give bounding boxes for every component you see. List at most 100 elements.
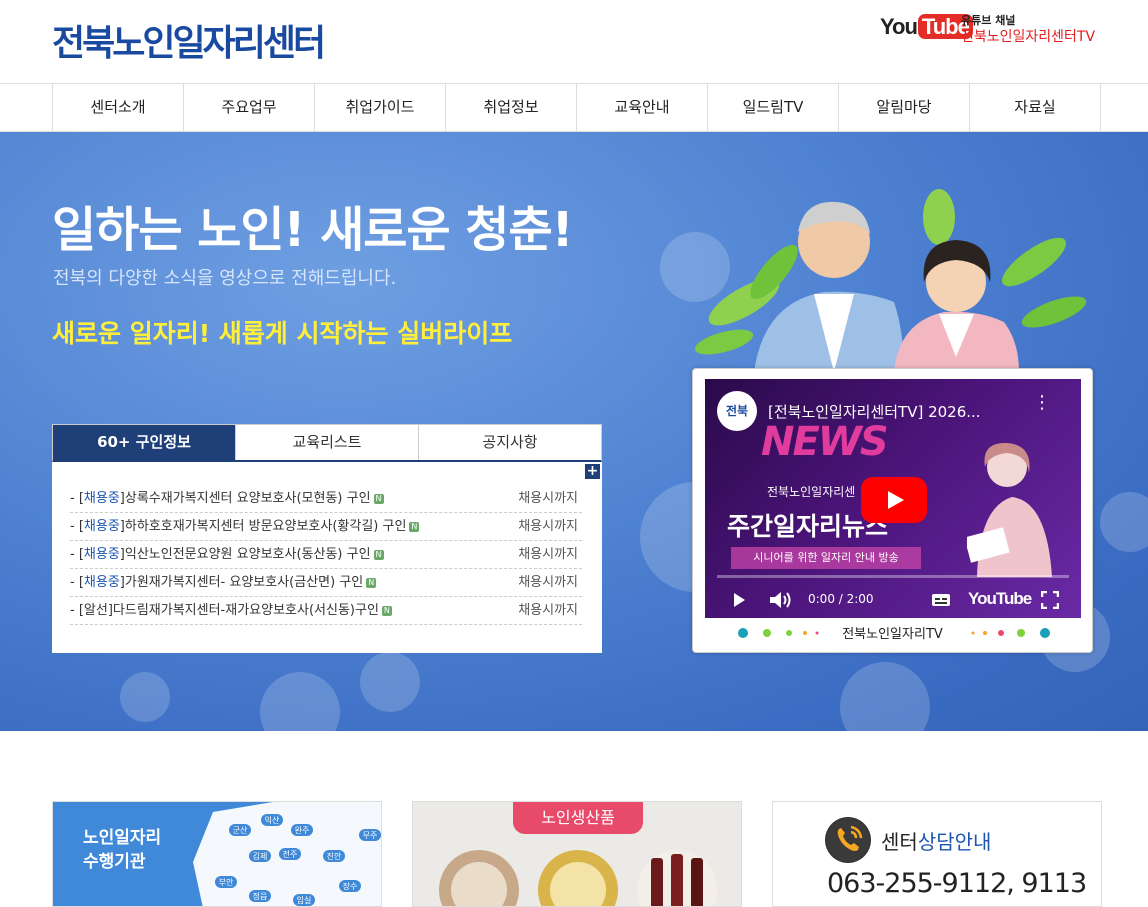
channel-avatar[interactable]: 전북 [717, 391, 757, 431]
play-icon[interactable] [731, 592, 747, 608]
main-nav: 센터소개 주요업무 취업가이드 취업정보 교육안내 일드림TV 알림마당 자료실 [0, 84, 1148, 132]
phone-icon [825, 817, 871, 863]
consultation-title-blue: 상담안내 [917, 830, 992, 854]
region-label: 군산 [233, 825, 248, 835]
job-status: 채용중 [83, 491, 120, 506]
region-label: 진안 [327, 851, 342, 861]
decorative-dots-right [971, 628, 1050, 638]
list-item[interactable]: - [채용중]상록수재가복지센터 요양보호사(모현동) 구인 N 채용시까지 [70, 485, 582, 513]
nav-item-job-guide[interactable]: 취업가이드 [315, 84, 446, 131]
logo-name: 노인일자리센터 [112, 23, 326, 64]
captions-icon[interactable] [931, 593, 951, 607]
youtube-video-player[interactable]: 전북 [전북노인일자리센터TV] 2026... ⋮ NEWS 전북노인일자리센… [705, 379, 1081, 618]
region-label: 전주 [283, 849, 298, 859]
job-deadline: 채용시까지 [518, 603, 578, 618]
region-label: 김제 [253, 851, 268, 861]
nav-item-main-work[interactable]: 주요업무 [184, 84, 315, 131]
hero-title: 일하는 노인! 새로운 청춘! [52, 202, 574, 258]
senior-products-badge: 노인생산품 [513, 802, 643, 834]
volume-icon[interactable] [769, 591, 793, 609]
nav-item-job-info[interactable]: 취업정보 [446, 84, 577, 131]
region-label: 익산 [265, 815, 280, 825]
job-deadline: 채용시까지 [518, 519, 578, 534]
tab-notices[interactable]: 공지사항 [419, 425, 601, 460]
job-list: - [채용중]상록수재가복지센터 요양보호사(모현동) 구인 N 채용시까지 - [… [70, 485, 582, 625]
site-logo[interactable]: 전북노인일자리센터 [52, 14, 326, 66]
logo-region: 전북 [52, 23, 115, 64]
tab-job-postings[interactable]: 60+ 구인정보 [53, 425, 236, 460]
tab-education-list[interactable]: 교육리스트 [236, 425, 419, 460]
video-progress-bar[interactable] [717, 575, 1069, 578]
new-badge-icon: N [366, 577, 377, 588]
organizations-title-line2: 수행기관 [83, 852, 146, 872]
products-image [439, 850, 717, 906]
bokeh-decoration [840, 662, 930, 731]
consultation-title: 센터상담안내 [881, 826, 991, 855]
organizations-card-title: 노인일자리 수행기관 [83, 826, 161, 874]
job-status: 채용중 [83, 547, 120, 562]
job-status: 채용중 [83, 519, 120, 534]
more-vert-icon[interactable]: ⋮ [1033, 394, 1051, 412]
bokeh-decoration [1100, 492, 1148, 552]
fullscreen-icon[interactable] [1041, 591, 1059, 609]
hero-banner: 일하는 노인! 새로운 청춘! 전북의 다양한 소식을 영상으로 전해드립니다.… [0, 132, 1148, 731]
job-deadline: 채용시까지 [518, 547, 578, 562]
video-panel: 전북 [전북노인일자리센터TV] 2026... ⋮ NEWS 전북노인일자리센… [692, 368, 1093, 653]
list-item[interactable]: - [채용중]하하호호재가복지센터 방문요양보호사(황각길) 구인 N 채용시까지 [70, 513, 582, 541]
hero-slogan: 새로운 일자리! 새롭게 시작하는 실버라이프 [52, 319, 513, 348]
site-header: 전북노인일자리센터 You Tube 유튜브 채널 전북노인일자리센터TV [0, 0, 1148, 84]
region-label: 무주 [363, 831, 378, 840]
youtube-watermark[interactable]: YouTube [968, 589, 1032, 609]
nav-item-archive[interactable]: 자료실 [970, 84, 1101, 131]
new-badge-icon: N [381, 605, 392, 616]
more-plus-icon[interactable]: + [585, 464, 600, 479]
list-item[interactable]: - [알선]다드림재가복지센터-재가요양보호사(서신동)구인 N 채용시까지 [70, 597, 582, 625]
job-title: 하하호호재가복지센터 방문요양보호사(황각길) 구인 [124, 519, 407, 534]
video-mid-text: 전북노인일자리센 [767, 485, 856, 499]
senior-couple-illustration [694, 189, 1087, 372]
new-badge-icon: N [409, 521, 420, 532]
nav-item-education[interactable]: 교육안내 [577, 84, 708, 131]
nav-item-center-intro[interactable]: 센터소개 [53, 84, 184, 131]
senior-products-card[interactable]: 노인생산품 [412, 801, 742, 907]
list-item[interactable]: - [채용중]가원재가복지센터- 요양보호사(금산면) 구인 N 채용시까지 [70, 569, 582, 597]
region-label: 장수 [343, 881, 358, 891]
job-status: 채용중 [83, 575, 120, 590]
job-title: 가원재가복지센터- 요양보호사(금산면) 구인 [124, 575, 364, 590]
youtube-logo-you: You [880, 14, 918, 39]
region-label: 완주 [295, 826, 310, 835]
video-news-text: NEWS [761, 419, 889, 465]
region-label: 정읍 [253, 891, 268, 901]
consultation-phone[interactable]: 063-255-9112, 9113 [827, 868, 1087, 899]
video-controls: 0:00 / 2:00 YouTube [705, 583, 1081, 615]
bokeh-decoration [360, 652, 420, 712]
job-title: 익산노인전문요양원 요양보호사(동산동) 구인 [124, 547, 371, 562]
youtube-logo-icon: You Tube [880, 14, 973, 40]
new-badge-icon: N [373, 549, 384, 560]
youtube-channel-link[interactable]: You Tube 유튜브 채널 전북노인일자리센터TV [880, 12, 1110, 48]
play-button[interactable] [861, 477, 927, 523]
nav-item-notice-board[interactable]: 알림마당 [839, 84, 970, 131]
job-title: 상록수재가복지센터 요양보호사(모현동) 구인 [124, 491, 371, 506]
new-badge-icon: N [373, 493, 384, 504]
woman-figure-illustration [967, 442, 1052, 577]
job-deadline: 채용시까지 [518, 575, 578, 590]
bokeh-decoration [260, 672, 340, 731]
list-item[interactable]: - [채용중]익산노인전문요양원 요양보호사(동산동) 구인 N 채용시까지 [70, 541, 582, 569]
organizations-title-line1: 노인일자리 [83, 828, 162, 848]
jeonbuk-map: 군산 익산 완주 무주 김제 전주 진안 부안 정읍 장수 임실 [193, 802, 381, 906]
job-deadline: 채용시까지 [518, 491, 578, 506]
job-info-panel: 60+ 구인정보 교육리스트 공지사항 + - [채용중]상록수재가복지센터 요… [52, 424, 602, 653]
nav-item-ildream-tv[interactable]: 일드림TV [708, 84, 839, 131]
job-status: 알선 [83, 603, 108, 618]
region-label: 부안 [219, 877, 234, 887]
organizations-card[interactable]: 노인일자리 수행기관 군산 익산 완주 무주 김제 전주 진안 부안 정읍 장수… [52, 801, 382, 907]
bokeh-decoration [120, 672, 170, 722]
hero-subtitle: 전북의 다양한 소식을 영상으로 전해드립니다. [53, 268, 397, 289]
consultation-card: 센터상담안내 063-255-9112, 9113 [772, 801, 1102, 907]
youtube-channel-name: 전북노인일자리센터TV [961, 29, 1096, 45]
consultation-title-plain: 센터 [881, 830, 918, 854]
video-time: 0:00 / 2:00 [808, 592, 874, 606]
region-label: 임실 [297, 895, 312, 905]
video-tag: 시니어를 위한 일자리 안내 방송 [731, 547, 921, 569]
